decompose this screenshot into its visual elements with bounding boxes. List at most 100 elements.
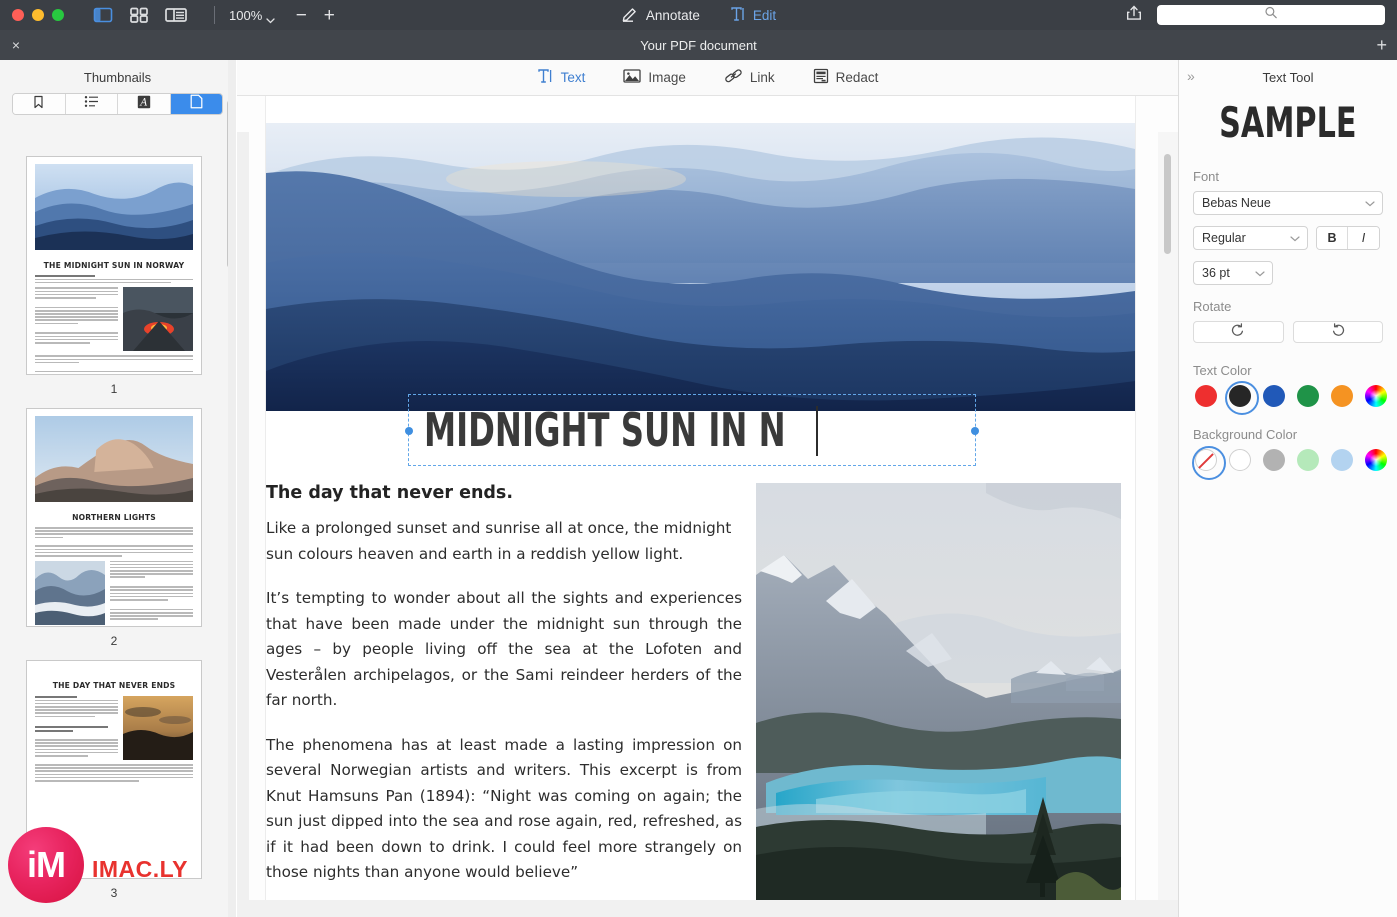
font-style-select[interactable]: Regular: [1193, 226, 1308, 250]
annotation-icon: A: [137, 95, 151, 114]
watermark-logo: iM: [8, 827, 84, 903]
page-icon: [190, 94, 203, 114]
document-scrollbar[interactable]: [1164, 154, 1171, 254]
thumbnail-hero-image: [35, 416, 193, 502]
text-tool-panel: » Text Tool SAMPLE Font Bebas Neue Regul…: [1178, 60, 1397, 917]
rotate-ccw-icon: [1231, 322, 1245, 342]
toolbar-divider: [214, 6, 215, 24]
resize-handle-right[interactable]: [971, 427, 979, 435]
thumbnail-inline-image: [35, 560, 105, 625]
tool-redact[interactable]: Redact: [813, 68, 879, 87]
lake-mountain-image[interactable]: [756, 483, 1121, 901]
text-edit-box[interactable]: MIDNIGHT SUN IN N: [405, 394, 979, 466]
text-color-custom-picker[interactable]: [1365, 385, 1387, 407]
zoom-level-value: 100%: [229, 7, 263, 23]
document-scroll-view[interactable]: MIDNIGHT SUN IN N The day that never end…: [237, 96, 1178, 917]
annotate-mode-button[interactable]: Annotate: [621, 6, 700, 25]
tool-text-label: Text: [560, 70, 586, 85]
tool-text[interactable]: Text: [537, 68, 586, 87]
font-style-value: Regular: [1202, 231, 1246, 245]
text-color-orange[interactable]: [1331, 385, 1353, 407]
chevron-down-icon: [266, 12, 275, 24]
collapse-panel-button[interactable]: »: [1187, 68, 1195, 84]
tool-link-label: Link: [749, 70, 775, 85]
thumbnail-page-2[interactable]: NORTHERN LIGHTS: [26, 408, 202, 627]
text-color-label: Text Color: [1193, 363, 1252, 378]
maximize-window-button[interactable]: [52, 9, 64, 21]
font-section-label: Font: [1193, 169, 1220, 184]
background-color-white[interactable]: [1229, 449, 1251, 471]
thumbnail-item[interactable]: NORTHERN LIGHTS 2: [0, 408, 228, 660]
resize-handle-left[interactable]: [405, 427, 413, 435]
edit-toolbar: Text Image Link Redact: [237, 60, 1178, 96]
sidebar-tab-outline[interactable]: [65, 94, 118, 114]
pen-icon: [621, 6, 639, 25]
body-paragraph[interactable]: The phenomena has at least made a lastin…: [266, 733, 742, 886]
search-icon: [1265, 6, 1278, 24]
bold-button[interactable]: B: [1317, 227, 1348, 249]
body-paragraph[interactable]: It’s tempting to wonder about all the si…: [266, 586, 742, 714]
thumbnail-page-1[interactable]: THE MIDNIGHT SUN IN NORWAY: [26, 156, 202, 375]
no-fill-slash-icon: [1198, 453, 1214, 469]
thumbnails-segmented-control: A: [12, 93, 223, 115]
background-color-gray[interactable]: [1263, 449, 1285, 471]
tool-link[interactable]: Link: [724, 68, 775, 87]
sidebar-toggle-icon[interactable]: [92, 6, 114, 24]
text-color-swatches: [1195, 381, 1397, 415]
document-bottom-strip: [237, 900, 1178, 917]
zoom-out-button[interactable]: −: [291, 6, 311, 25]
sidebar-tab-pages[interactable]: [170, 94, 222, 114]
edit-mode-button[interactable]: Edit: [730, 6, 776, 25]
minimize-window-button[interactable]: [32, 9, 44, 21]
tab-title[interactable]: Your PDF document: [0, 38, 1397, 53]
thumbnail-page-title: THE DAY THAT NEVER ENDS: [52, 681, 176, 690]
sidebar-tab-annotations[interactable]: A: [118, 94, 171, 114]
grid-view-icon[interactable]: [128, 6, 150, 24]
italic-button[interactable]: I: [1348, 227, 1379, 249]
edit-mode-label: Edit: [752, 7, 777, 23]
background-color-swatches: [1192, 446, 1397, 480]
pdf-page[interactable]: MIDNIGHT SUN IN N The day that never end…: [266, 96, 1135, 917]
thumbnail-item[interactable]: THE MIDNIGHT SUN IN NORWAY 1: [0, 156, 228, 408]
thumbnail-hero-image: [35, 164, 193, 250]
text-color-green[interactable]: [1297, 385, 1319, 407]
new-tab-button[interactable]: +: [1376, 36, 1387, 54]
panel-gutter: [228, 60, 236, 917]
editing-title-text: MIDNIGHT SUN IN N: [424, 403, 888, 457]
zoom-in-button[interactable]: +: [319, 6, 339, 25]
text-color-black[interactable]: [1225, 381, 1259, 415]
bold-italic-group: B I: [1316, 226, 1380, 250]
background-color-light-green[interactable]: [1297, 449, 1319, 471]
thumbnail-list[interactable]: THE MIDNIGHT SUN IN NORWAY 1 NORTHERN LI…: [0, 142, 228, 917]
font-family-value: Bebas Neue: [1202, 196, 1271, 210]
sidebar-tab-bookmarks[interactable]: [13, 94, 66, 114]
tool-image[interactable]: Image: [623, 68, 686, 87]
link-tool-icon: [724, 68, 743, 87]
body-heading[interactable]: The day that never ends.: [266, 483, 742, 503]
page-layout-icon[interactable]: [164, 6, 187, 24]
background-color-custom-picker[interactable]: [1365, 449, 1387, 471]
close-window-button[interactable]: [12, 9, 24, 21]
editing-title-value[interactable]: MIDNIGHT SUN IN N: [424, 403, 786, 457]
redact-tool-icon: [813, 68, 829, 87]
tool-redact-label: Redact: [835, 70, 879, 85]
zoom-level-dropdown[interactable]: 100%: [229, 7, 275, 24]
background-color-none[interactable]: [1192, 446, 1226, 480]
background-color-light-blue[interactable]: [1331, 449, 1353, 471]
hero-mountain-image[interactable]: [266, 123, 1135, 411]
font-preview: SAMPLE: [1179, 98, 1397, 147]
share-icon[interactable]: [1125, 4, 1143, 27]
text-color-blue[interactable]: [1263, 385, 1285, 407]
thumbnail-page-number: 2: [110, 634, 118, 648]
watermark-text: IMAC.LY: [92, 856, 188, 882]
rotate-clockwise-button[interactable]: [1292, 321, 1383, 343]
search-input[interactable]: [1157, 5, 1385, 25]
font-preview-text: SAMPLE: [1219, 98, 1357, 147]
text-color-red[interactable]: [1195, 385, 1217, 407]
annotate-mode-label: Annotate: [645, 7, 700, 23]
window-titlebar: 100% − + Annotate Edit: [0, 0, 1397, 30]
font-size-select[interactable]: 36 pt: [1193, 261, 1273, 285]
font-family-select[interactable]: Bebas Neue: [1193, 191, 1383, 215]
rotate-counterclockwise-button[interactable]: [1193, 321, 1284, 343]
body-paragraph[interactable]: Like a prolonged sunset and sunrise all …: [266, 516, 742, 567]
